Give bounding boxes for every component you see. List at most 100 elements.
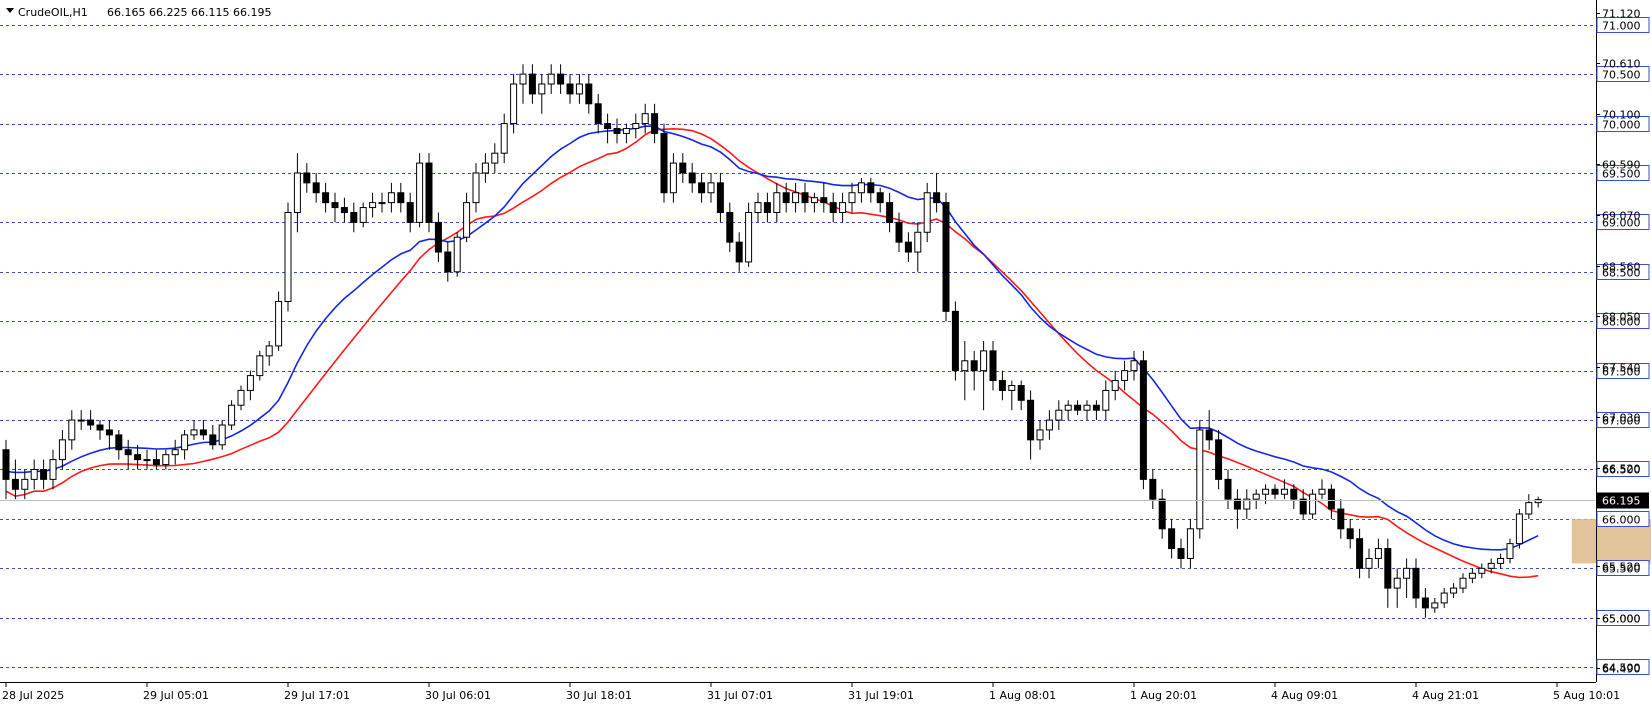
candle-body-down <box>1327 488 1335 510</box>
candle-body-up <box>190 429 198 436</box>
candle <box>359 202 367 228</box>
candle <box>190 420 198 440</box>
candle <box>350 202 358 233</box>
candle-body-up <box>1506 543 1514 559</box>
candle-body-up <box>810 197 818 204</box>
y-tick-label: 67.030 <box>1602 412 1641 425</box>
price-chart: 71.00070.50070.00069.50069.00068.50068.0… <box>0 0 1651 702</box>
candle-body-down <box>1205 429 1213 441</box>
candle <box>303 163 311 193</box>
candle <box>557 64 565 94</box>
candle-body-down <box>1149 478 1157 500</box>
candle-body-up <box>1393 577 1401 589</box>
candle-body-down <box>199 429 207 436</box>
candle <box>632 113 640 139</box>
candle-body-up <box>1262 488 1270 495</box>
candle <box>679 153 687 183</box>
dropdown-triangle-icon[interactable] <box>6 8 14 13</box>
candle <box>1139 350 1147 490</box>
candle <box>1506 538 1514 564</box>
candle <box>547 64 555 94</box>
candle-body-up <box>1309 493 1317 515</box>
candle <box>754 192 762 223</box>
candle <box>1384 538 1392 608</box>
candle <box>707 172 715 203</box>
ohlc-values: 66.165 66.225 66.115 66.195 <box>107 6 271 19</box>
symbol-label: CrudeOIL,H1 <box>18 6 88 19</box>
candle <box>1064 400 1072 421</box>
candle-body-down <box>876 192 884 204</box>
candle-body-down <box>829 202 837 214</box>
candle <box>1243 489 1251 519</box>
candle <box>1074 400 1082 416</box>
candle-body-up <box>641 113 649 125</box>
candle <box>472 163 480 213</box>
candle-body-down <box>1299 498 1307 515</box>
candle <box>895 212 903 253</box>
candle-body-down <box>698 182 706 194</box>
candle-body-up <box>416 162 424 223</box>
x-tick-label: 28 Jul 2025 <box>2 689 64 702</box>
ma-blue-line <box>5 125 1539 551</box>
candle-body-down <box>716 182 724 214</box>
candle <box>275 291 283 351</box>
candle <box>1365 548 1373 579</box>
candle-body-down <box>1224 478 1232 500</box>
candle <box>1121 360 1129 391</box>
y-tick-label: 65.520 <box>1602 561 1641 574</box>
candle <box>1393 568 1401 608</box>
candle-body-down <box>134 454 142 461</box>
moving-averages <box>5 125 1539 579</box>
candle-body-down <box>566 83 574 95</box>
candle <box>867 177 875 203</box>
x-tick-label: 1 Aug 20:01 <box>1130 689 1197 702</box>
candle-body-down <box>1074 404 1082 411</box>
candle <box>77 410 85 430</box>
candle <box>528 64 536 104</box>
candle <box>463 192 471 243</box>
candle-body-down <box>585 83 593 105</box>
candle-body-up <box>143 459 151 462</box>
candle <box>491 143 499 173</box>
candle-body-down <box>763 202 771 214</box>
candle <box>500 113 508 164</box>
candle <box>1168 518 1176 559</box>
candle-body-up <box>839 202 847 214</box>
candle-body-up <box>1515 513 1523 545</box>
candle-body-up <box>923 192 931 233</box>
candle-body-down <box>1290 488 1298 500</box>
candle-body-up <box>1036 429 1044 441</box>
candle <box>1374 538 1382 569</box>
x-tick-label: 30 Jul 18:01 <box>566 689 632 702</box>
candle <box>998 370 1006 401</box>
candle-body-down <box>425 162 433 223</box>
candle-body-up <box>575 83 583 95</box>
candle <box>1083 400 1091 421</box>
candle-body-up <box>857 182 865 194</box>
candle <box>1421 588 1429 618</box>
candle <box>1497 553 1505 569</box>
candle-body-up <box>914 231 922 253</box>
candle-body-up <box>1318 488 1326 495</box>
candle <box>1318 479 1326 500</box>
candle <box>1027 390 1035 460</box>
candle <box>322 182 330 213</box>
candle <box>1149 469 1157 510</box>
y-tick-label: 68.050 <box>1602 311 1641 324</box>
candle <box>387 182 395 213</box>
candle <box>810 192 818 213</box>
candle <box>989 341 997 391</box>
candle <box>143 449 151 470</box>
candle <box>1280 479 1288 500</box>
candle <box>1008 380 1016 411</box>
candle-body-up <box>1487 562 1495 569</box>
candle-body-up <box>1374 548 1382 559</box>
chart-root: 71.000 70.500 70.000 69.500 69.000 68.500 68.0… <box>0 0 1651 705</box>
candle-body-down <box>557 73 565 85</box>
candle <box>1450 583 1458 598</box>
y-tick-label: 66.520 <box>1602 463 1641 476</box>
x-tick-label: 1 Aug 08:01 <box>989 689 1056 702</box>
candle <box>181 429 189 460</box>
candle-body-down <box>322 192 330 204</box>
candle <box>115 429 123 460</box>
